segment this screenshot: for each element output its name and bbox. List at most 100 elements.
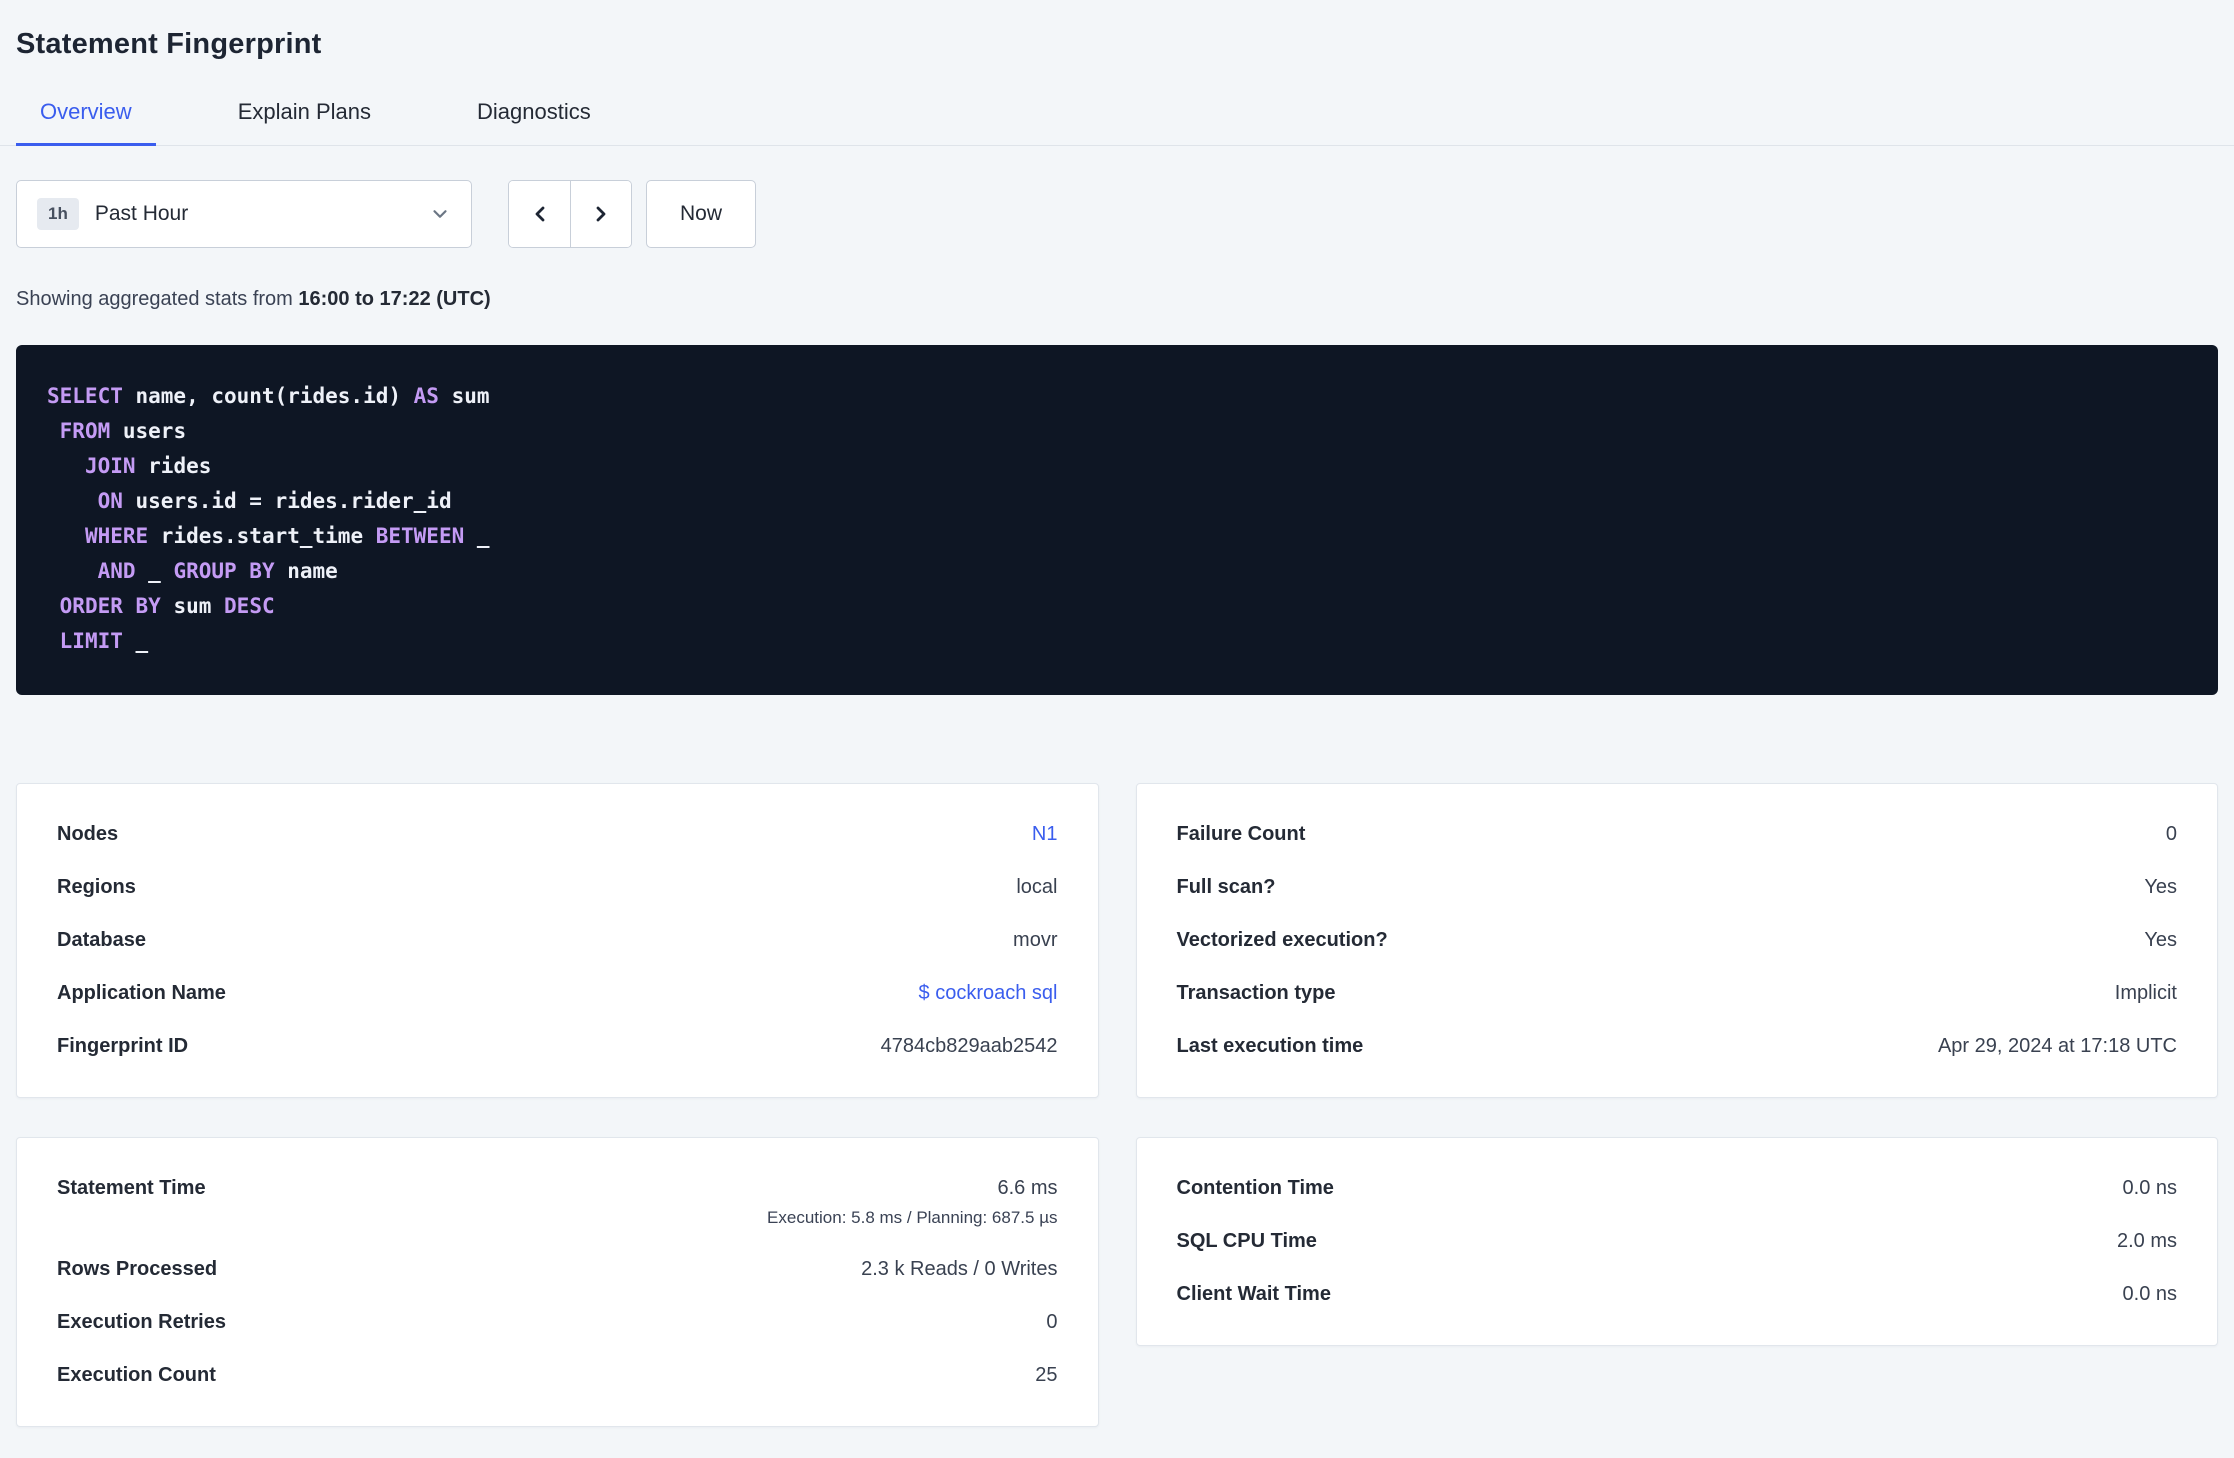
row-label: Full scan? <box>1176 876 1276 898</box>
card-row: SQL CPU Time 2.0 ms <box>1177 1215 2178 1268</box>
sql-statement-box: SELECT name, count(rides.id) AS sum FROM… <box>16 345 2218 695</box>
row-value-wrap: movr <box>1013 929 1057 952</box>
row-value: 4784cb829aab2542 <box>880 1035 1058 1057</box>
timing-cards-row: Statement Time 6.6 ms Execution: 5.8 ms / … <box>16 1137 2218 1427</box>
time-step-buttons <box>508 180 632 248</box>
row-value: 0.0 ns <box>2122 1283 2177 1305</box>
chevron-left-icon <box>528 202 552 226</box>
row-value: local <box>1016 876 1058 898</box>
stats-range: 16:00 to 17:22 (UTC) <box>298 288 491 310</box>
row-value: movr <box>1013 929 1058 951</box>
sql-line: AND _ GROUP BY name <box>97 559 338 583</box>
row-value: Yes <box>2144 876 2177 898</box>
card-row: Statement Time 6.6 ms Execution: 5.8 ms / … <box>57 1162 1058 1243</box>
row-label: Statement Time <box>57 1177 206 1199</box>
row-value-wrap: $ cockroach sql <box>919 982 1058 1005</box>
statement-details-card: Nodes N1 Regions local Database movr Applicati… <box>16 783 1099 1098</box>
summary-cards-row: Nodes N1 Regions local Database movr Applicati… <box>16 783 2218 1098</box>
tab-bar: Overview Explain Plans Diagnostics <box>0 85 2234 146</box>
row-value: 25 <box>1035 1364 1058 1386</box>
row-label: Failure Count <box>1176 823 1306 845</box>
time-range-label: Past Hour <box>94 202 189 225</box>
chevron-down-icon <box>429 203 451 225</box>
row-label: Last execution time <box>1176 1035 1364 1057</box>
row-value: 0.0 ns <box>2122 1177 2177 1199</box>
tab-explain-plans[interactable]: Explain Plans <box>214 85 395 146</box>
sql-line: JOIN rides <box>84 454 212 478</box>
row-label: Contention Time <box>1176 1177 1334 1199</box>
row-label: Regions <box>57 876 136 898</box>
card-row: Execution Count 25 <box>57 1349 1058 1402</box>
resource-usage-card: Contention Time 0.0 ns SQL CPU Time 2.0 ms C… <box>1135 1137 2218 1346</box>
row-label: SQL CPU Time <box>1176 1230 1317 1252</box>
row-value: 0 <box>1046 1311 1058 1333</box>
sql-line: SELECT name, count(rides.id) AS sum <box>47 384 490 408</box>
row-value-wrap: 0 <box>1046 1311 1057 1334</box>
row-value-wrap: Yes <box>2144 929 2177 952</box>
card-row: Client Wait Time 0.0 ns <box>1177 1268 2178 1321</box>
row-value-wrap: 0.0 ns <box>2123 1177 2177 1200</box>
execution-attributes-card: Failure Count 0 Full scan? Yes Vectorized ex… <box>1135 783 2218 1098</box>
sql-code: SELECT name, count(rides.id) AS sum FROM… <box>47 379 2188 659</box>
statement-times-card: Statement Time 6.6 ms Execution: 5.8 ms / … <box>16 1137 1099 1427</box>
tab-overview[interactable]: Overview <box>16 85 156 146</box>
sql-line: ORDER BY sum DESC <box>59 594 275 618</box>
chevron-right-icon <box>589 202 613 226</box>
card-row: Fingerprint ID 4784cb829aab2542 <box>57 1020 1058 1073</box>
page-title: Statement Fingerprint <box>16 28 322 60</box>
row-label: Vectorized execution? <box>1176 929 1388 951</box>
interval-badge: 1h <box>37 198 79 230</box>
card-row: Failure Count 0 <box>1177 808 2178 861</box>
row-value: Apr 29, 2024 at 17:18 UTC <box>1937 1035 2177 1057</box>
row-value-wrap: Implicit <box>2115 982 2177 1005</box>
card-row: Regions local <box>57 861 1058 914</box>
card-row: Last execution time Apr 29, 2024 at 17:18… <box>1177 1020 2178 1073</box>
row-label: Database <box>57 929 146 951</box>
card-row: Nodes N1 <box>57 808 1058 861</box>
now-button[interactable]: Now <box>646 180 757 248</box>
row-value: 0 <box>2165 823 2177 845</box>
card-row: Database movr <box>57 914 1058 967</box>
row-value: Yes <box>2144 929 2177 951</box>
row-value-wrap: 4784cb829aab2542 <box>881 1035 1058 1058</box>
row-value: 2.3 k Reads / 0 Writes <box>861 1258 1058 1280</box>
row-value: Implicit <box>2114 982 2177 1004</box>
prev-interval-button[interactable] <box>509 181 570 247</box>
row-value-wrap: local <box>1016 876 1057 899</box>
card-row: Execution Retries 0 <box>57 1296 1058 1349</box>
row-value-wrap: Apr 29, 2024 at 17:18 UTC <box>1938 1035 2177 1058</box>
time-range-dropdown[interactable]: 1h Past Hour <box>16 180 472 248</box>
card-row: Contention Time 0.0 ns <box>1177 1162 2178 1215</box>
sql-line: LIMIT _ <box>59 629 149 653</box>
row-value-wrap: 25 <box>1035 1364 1057 1387</box>
tab-diagnostics[interactable]: Diagnostics <box>453 85 615 146</box>
row-value-wrap: 2.0 ms <box>2117 1230 2177 1253</box>
row-label: Transaction type <box>1176 982 1336 1004</box>
row-label: Application Name <box>57 982 226 1004</box>
card-row: Application Name $ cockroach sql <box>57 967 1058 1020</box>
time-controls: 1h Past Hour Now <box>16 180 2218 248</box>
row-value-wrap: Yes <box>2144 876 2177 899</box>
card-row: Full scan? Yes <box>1177 861 2178 914</box>
statement-fingerprint-page: Statement Fingerprint Overview Explain Pl… <box>0 0 2234 1427</box>
card-row: Vectorized execution? Yes <box>1177 914 2178 967</box>
next-interval-button[interactable] <box>570 181 631 247</box>
row-label: Execution Retries <box>57 1311 226 1333</box>
row-label: Fingerprint ID <box>57 1035 189 1057</box>
row-value-wrap: 2.3 k Reads / 0 Writes <box>861 1258 1057 1281</box>
sql-line: ON users.id = rides.rider_id <box>97 489 452 513</box>
row-value-wrap: 0.0 ns <box>2123 1283 2177 1306</box>
row-label: Execution Count <box>57 1364 216 1386</box>
card-row: Rows Processed 2.3 k Reads / 0 Writes <box>57 1243 1058 1296</box>
row-subvalue: Execution: 5.8 ms / Planning: 687.5 µs <box>767 1208 1058 1227</box>
stats-prefix: Showing aggregated stats from <box>16 288 293 310</box>
row-value-link[interactable]: N1 <box>1032 823 1058 846</box>
sql-line: FROM users <box>59 419 187 443</box>
row-value-wrap: N1 <box>1032 823 1058 846</box>
row-value: 6.6 ms <box>997 1177 1058 1199</box>
row-value-wrap: 6.6 ms Execution: 5.8 ms / Planning: 687.… <box>767 1177 1057 1228</box>
row-label: Nodes <box>57 823 119 845</box>
row-value-wrap: 0 <box>2166 823 2177 846</box>
row-value-link[interactable]: $ cockroach sql <box>919 982 1058 1005</box>
row-label: Rows Processed <box>57 1258 218 1280</box>
